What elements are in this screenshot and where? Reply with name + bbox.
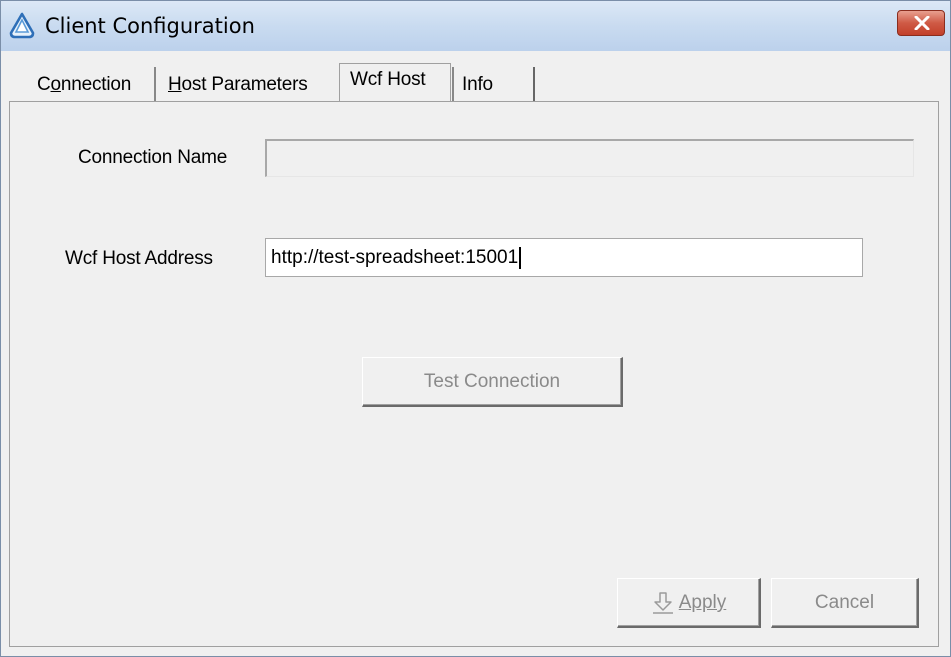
window-title: Client Configuration bbox=[45, 14, 255, 38]
wcf-host-address-label: Wcf Host Address bbox=[65, 248, 213, 269]
tab-info[interactable]: Info bbox=[456, 69, 536, 101]
test-connection-label: Test Connection bbox=[423, 371, 561, 392]
wcf-host-address-value: http://test-spreadsheet:15001 bbox=[271, 247, 519, 268]
tab-separator bbox=[452, 67, 454, 103]
close-button[interactable] bbox=[897, 10, 945, 36]
tab-wcf-host-label-wrap[interactable]: Wcf Host bbox=[339, 63, 451, 95]
title-bar[interactable]: Client Configuration bbox=[1, 1, 950, 51]
test-connection-button[interactable]: Test Connection bbox=[362, 357, 623, 407]
tab-wcf-host-label: Wcf Host bbox=[350, 69, 426, 90]
wcf-host-address-field[interactable]: http://test-spreadsheet:15001 bbox=[265, 238, 863, 277]
connection-name-label: Connection Name bbox=[78, 147, 228, 168]
tab-info-label: Info bbox=[462, 74, 493, 95]
tab-connection[interactable]: Connection bbox=[31, 69, 151, 101]
tab-separator bbox=[154, 67, 156, 101]
client-config-icon bbox=[9, 12, 35, 39]
tab-host-parameters[interactable]: Host Parameters bbox=[161, 69, 336, 101]
tab-separator bbox=[533, 67, 535, 101]
close-icon bbox=[914, 16, 930, 30]
cancel-button[interactable]: Cancel bbox=[771, 578, 919, 628]
client-configuration-window: Client Configuration Connection Host Par… bbox=[0, 0, 951, 657]
apply-button[interactable]: Apply bbox=[617, 578, 761, 628]
down-arrow-icon bbox=[652, 592, 673, 614]
apply-label: Apply bbox=[678, 592, 727, 613]
cancel-label: Cancel bbox=[814, 592, 875, 613]
text-caret bbox=[519, 246, 522, 269]
connection-name-field[interactable] bbox=[265, 139, 914, 177]
